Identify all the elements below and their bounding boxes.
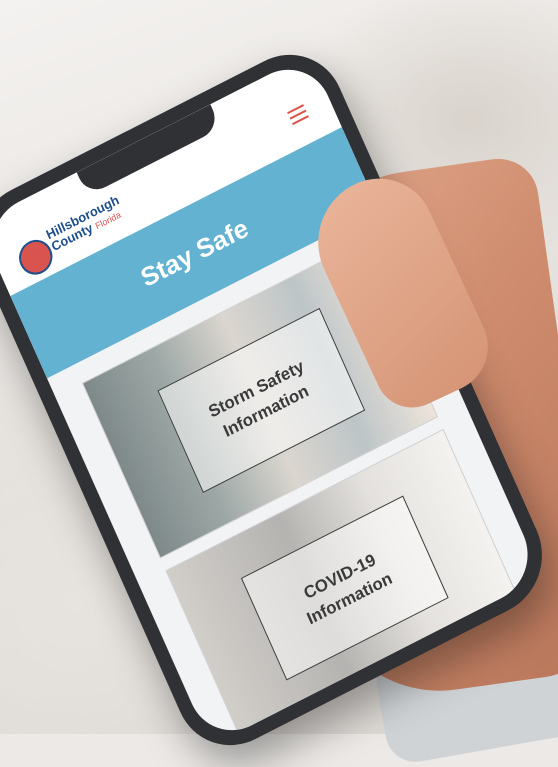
covid-info-label: COVID-19 Information: [300, 550, 396, 629]
page-title: Stay Safe: [135, 211, 253, 293]
storm-safety-label: Storm Safety Information: [205, 356, 312, 441]
phone-body: Hillsborough County Florida Stay Safe St…: [0, 34, 558, 766]
phone-screen: Hillsborough County Florida Stay Safe St…: [0, 53, 543, 747]
hamburger-menu-icon[interactable]: [287, 104, 309, 126]
